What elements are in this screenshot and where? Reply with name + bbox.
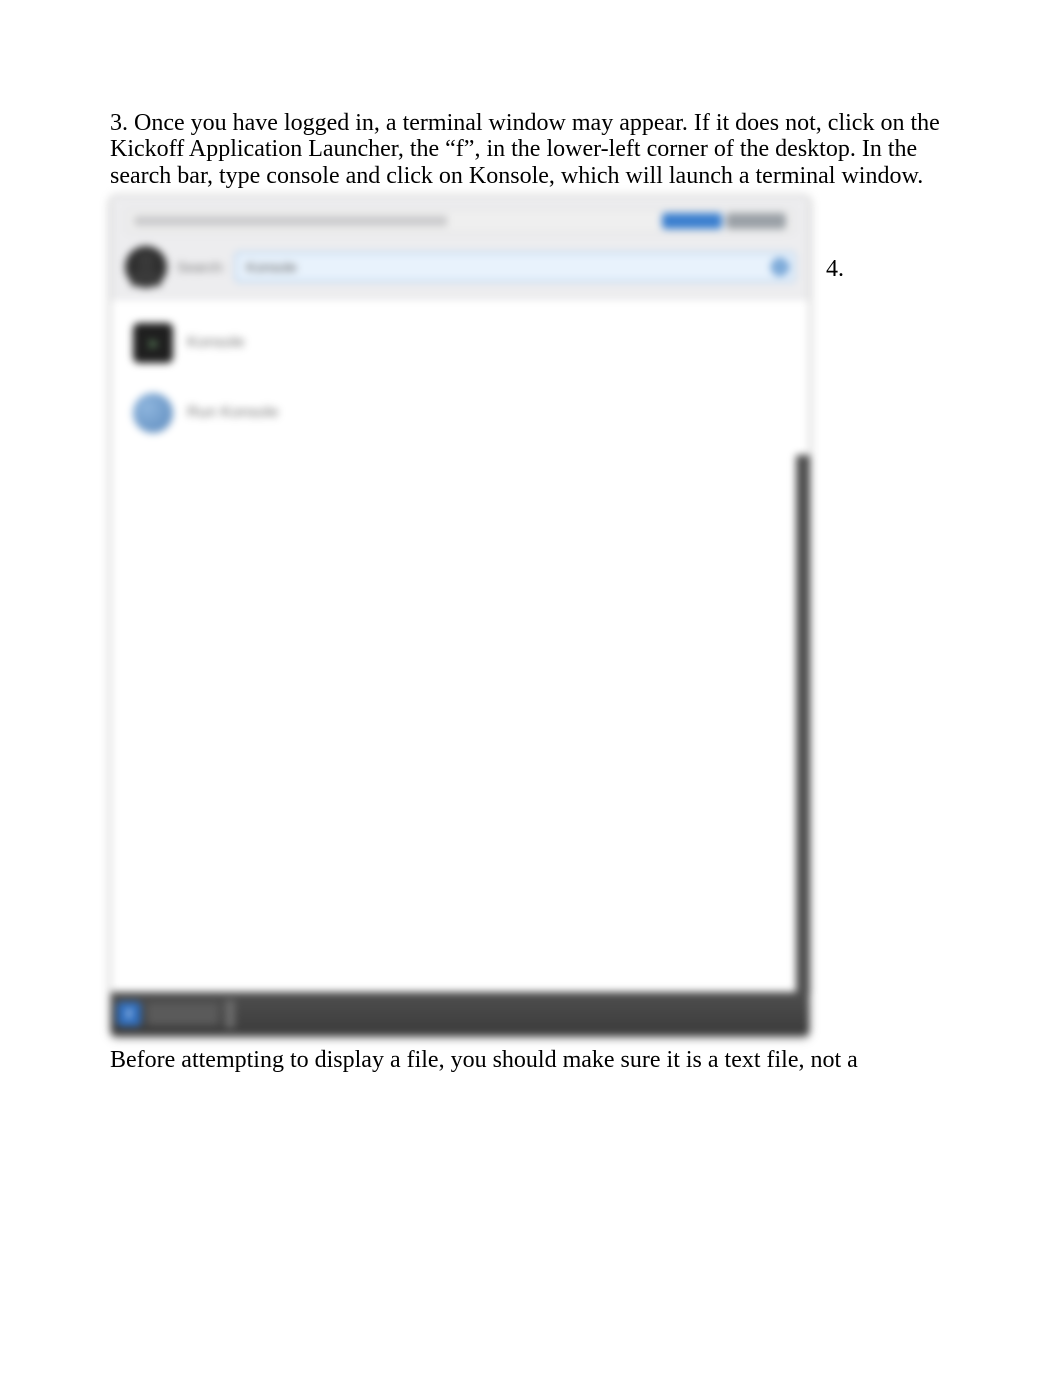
launcher-header: Search: × [111, 196, 809, 299]
search-row: Search: × [125, 246, 795, 288]
kickoff-launcher-window: Search: × Konsole Run Konsole [110, 195, 810, 1037]
info-banner [125, 208, 795, 234]
taskbar-item[interactable] [147, 1003, 219, 1025]
result-label: Run Konsole [187, 404, 279, 422]
result-label: Konsole [187, 334, 245, 352]
search-results-list: Konsole Run Konsole [111, 299, 809, 992]
result-item-run-konsole[interactable]: Run Konsole [125, 387, 795, 439]
search-label: Search: [177, 259, 225, 275]
banner-button-primary[interactable] [662, 213, 722, 229]
banner-text [134, 216, 656, 226]
search-input[interactable] [235, 252, 795, 282]
terminal-icon [133, 323, 173, 363]
document-page: 3. Once you have logged in, a terminal w… [0, 0, 1062, 1376]
taskbar-divider [225, 1000, 235, 1028]
banner-button-secondary[interactable] [726, 213, 786, 229]
user-avatar-icon [125, 246, 167, 288]
step-4-text-start: Before attempting to display a file, you… [110, 1047, 952, 1073]
step-4-marker: 4. [826, 256, 844, 283]
step-3-text: 3. Once you have logged in, a terminal w… [110, 110, 952, 189]
search-box-wrapper: × [235, 252, 795, 282]
result-item-konsole[interactable]: Konsole [125, 317, 795, 369]
run-command-icon [133, 393, 173, 433]
scrollbar[interactable] [796, 455, 810, 995]
taskbar: f [111, 992, 809, 1036]
clear-search-icon[interactable]: × [771, 258, 789, 276]
kickoff-start-button[interactable]: f [117, 1002, 141, 1026]
embedded-screenshot: Search: × Konsole Run Konsole [110, 195, 810, 1037]
